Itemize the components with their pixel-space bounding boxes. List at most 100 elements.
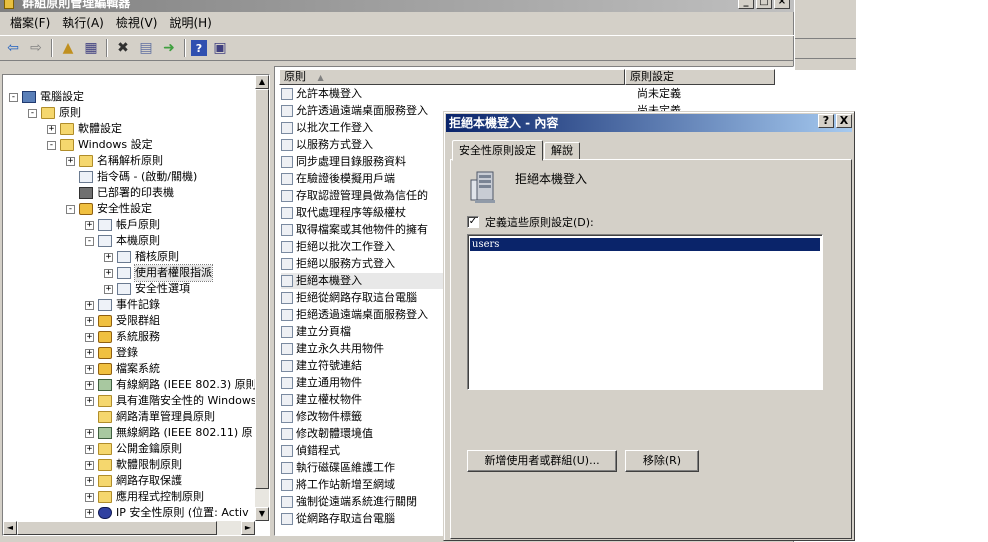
help-icon[interactable]: ? <box>191 40 207 56</box>
menu-file[interactable]: 檔案(F) <box>4 14 56 32</box>
tree-item-label: 受限群組 <box>116 314 160 327</box>
expand-icon[interactable]: + <box>104 268 113 278</box>
tab-explain[interactable]: 解說 <box>544 142 580 160</box>
forward-arrow-icon[interactable]: ⇨ <box>26 38 46 58</box>
export-icon[interactable]: ➜ <box>159 38 179 58</box>
expand-icon[interactable]: + <box>85 508 94 518</box>
delete-icon[interactable]: ✖ <box>113 38 133 58</box>
tree-item[interactable]: - 原則 <box>28 105 81 121</box>
view-icon[interactable]: ▣ <box>210 38 230 58</box>
tree-item[interactable]: 已部署的印表機 <box>66 185 174 201</box>
expand-icon[interactable]: + <box>104 284 113 294</box>
scroll-thumb-horizontal[interactable] <box>17 521 217 535</box>
add-user-or-group-button[interactable]: 新增使用者或群組(U)... <box>467 450 617 472</box>
dialog-close-button[interactable]: X <box>836 114 852 128</box>
tree-item[interactable]: 網路清單管理員原則 <box>85 409 215 425</box>
printer-icon <box>79 187 93 199</box>
expand-icon[interactable]: + <box>85 348 94 358</box>
expand-icon[interactable]: + <box>104 252 113 262</box>
tree-item[interactable]: + 有線網路 (IEEE 802.3) 原則 <box>85 377 257 393</box>
tab-security-policy-setting[interactable]: 安全性原則設定 <box>452 140 543 161</box>
users-list-item[interactable]: users <box>470 238 820 251</box>
expand-icon[interactable]: + <box>85 476 94 486</box>
expand-icon[interactable]: + <box>85 396 94 406</box>
policy-name-cell: 拒絕本機登入 <box>296 274 362 287</box>
tree-pane[interactable]: - 電腦設定 - 原則 + 軟體設定 - Windows 設定 + 名稱解析原則 指令碼 - (啟動… <box>2 74 270 536</box>
users-listbox[interactable]: users <box>467 234 823 390</box>
tree-item[interactable]: - 本機原則 <box>85 233 160 249</box>
expand-icon[interactable]: + <box>66 156 75 166</box>
close-button[interactable]: × <box>774 0 790 9</box>
menubar: 檔案(F) 執行(A) 檢視(V) 說明(H) <box>0 13 794 33</box>
tree-vertical-scrollbar[interactable]: ▲ ▼ <box>255 75 269 521</box>
tree-item[interactable]: + 事件記錄 <box>85 297 160 313</box>
show-tree-icon[interactable]: ▦ <box>81 38 101 58</box>
dialog-help-button[interactable]: ? <box>818 114 834 128</box>
tree-item[interactable]: + 安全性選項 <box>104 281 190 297</box>
policy-name-cell: 從網路存取這台電腦 <box>296 512 395 525</box>
tree-item-label: 安全性選項 <box>135 282 190 295</box>
policy-name-cell: 將工作站新增至網域 <box>296 478 395 491</box>
tree-item[interactable]: + 使用者權限指派 <box>104 264 213 282</box>
tree-horizontal-scrollbar[interactable]: ◄ ► <box>3 521 255 535</box>
minimize-button[interactable]: _ <box>738 0 754 9</box>
expand-icon[interactable]: + <box>85 428 94 438</box>
collapse-icon[interactable]: - <box>28 108 37 118</box>
tree-item[interactable]: - Windows 設定 <box>47 137 153 153</box>
tree-item[interactable]: 指令碼 - (啟動/關機) <box>66 169 197 185</box>
tree-item[interactable]: + 系統服務 <box>85 329 160 345</box>
remove-button[interactable]: 移除(R) <box>625 450 699 472</box>
policy-item-icon <box>281 139 293 151</box>
tree-item[interactable]: + 檔案系統 <box>85 361 160 377</box>
tree-item-label: Windows 設定 <box>78 138 153 151</box>
scroll-right-arrow[interactable]: ► <box>241 521 255 535</box>
expand-icon[interactable]: + <box>47 124 56 134</box>
policy-name-cell: 建立權杖物件 <box>296 393 362 406</box>
collapse-icon[interactable]: - <box>47 140 56 150</box>
expand-icon[interactable]: + <box>85 444 94 454</box>
tree-item[interactable]: + 應用程式控制原則 <box>85 489 204 505</box>
up-folder-icon[interactable]: ▲ <box>58 38 78 58</box>
expand-icon[interactable]: + <box>85 220 94 230</box>
menu-view[interactable]: 檢視(V) <box>110 14 164 32</box>
column-header-policy[interactable]: 原則 ▲ <box>279 69 625 85</box>
column-header-setting[interactable]: 原則設定 <box>625 69 775 85</box>
expand-icon[interactable]: + <box>85 316 94 326</box>
collapse-icon[interactable]: - <box>9 92 18 102</box>
tree-item[interactable]: + 帳戶原則 <box>85 217 160 233</box>
tree-item[interactable]: + 網路存取保護 <box>85 473 182 489</box>
scroll-left-arrow[interactable]: ◄ <box>3 521 17 535</box>
collapse-icon[interactable]: - <box>85 236 94 246</box>
scroll-up-arrow[interactable]: ▲ <box>255 75 269 89</box>
tree-item[interactable]: + IP 安全性原則 (位置: Activ <box>85 505 249 521</box>
expand-icon[interactable]: + <box>85 300 94 310</box>
tree-item[interactable]: + 公開金鑰原則 <box>85 441 182 457</box>
tree-item[interactable]: + 登錄 <box>85 345 138 361</box>
define-policy-checkbox-row[interactable]: ✓ 定義這些原則設定(D): <box>467 214 594 230</box>
scroll-down-arrow[interactable]: ▼ <box>255 507 269 521</box>
expand-icon[interactable]: + <box>85 332 94 342</box>
expand-icon[interactable]: + <box>85 492 94 502</box>
tree-item[interactable]: + 無線網路 (IEEE 802.11) 原 <box>85 425 253 441</box>
define-policy-checkbox[interactable]: ✓ <box>467 216 479 228</box>
tree-item[interactable]: + 軟體限制原則 <box>85 457 182 473</box>
folder-icon <box>79 155 93 167</box>
expand-icon[interactable]: + <box>85 364 94 374</box>
back-arrow-icon[interactable]: ⇦ <box>3 38 23 58</box>
properties-icon[interactable]: ▤ <box>136 38 156 58</box>
tree-item[interactable]: + 受限群組 <box>85 313 160 329</box>
table-row[interactable]: 允許本機登入 尚未定義 <box>281 86 701 102</box>
expand-icon[interactable]: + <box>85 380 94 390</box>
expand-icon[interactable]: + <box>85 460 94 470</box>
scroll-thumb[interactable] <box>255 89 269 489</box>
tree-item[interactable]: + 軟體設定 <box>47 121 122 137</box>
tree-item[interactable]: + 稽核原則 <box>104 249 179 265</box>
tree-item[interactable]: + 名稱解析原則 <box>66 153 163 169</box>
collapse-icon[interactable]: - <box>66 204 75 214</box>
menu-action[interactable]: 執行(A) <box>56 14 110 32</box>
tree-item[interactable]: + 具有進階安全性的 Windows <box>85 393 257 409</box>
tree-item[interactable]: - 電腦設定 <box>9 89 84 105</box>
tree-item[interactable]: - 安全性設定 <box>66 201 152 217</box>
maximize-button[interactable]: □ <box>756 0 772 9</box>
menu-help[interactable]: 說明(H) <box>163 14 217 32</box>
